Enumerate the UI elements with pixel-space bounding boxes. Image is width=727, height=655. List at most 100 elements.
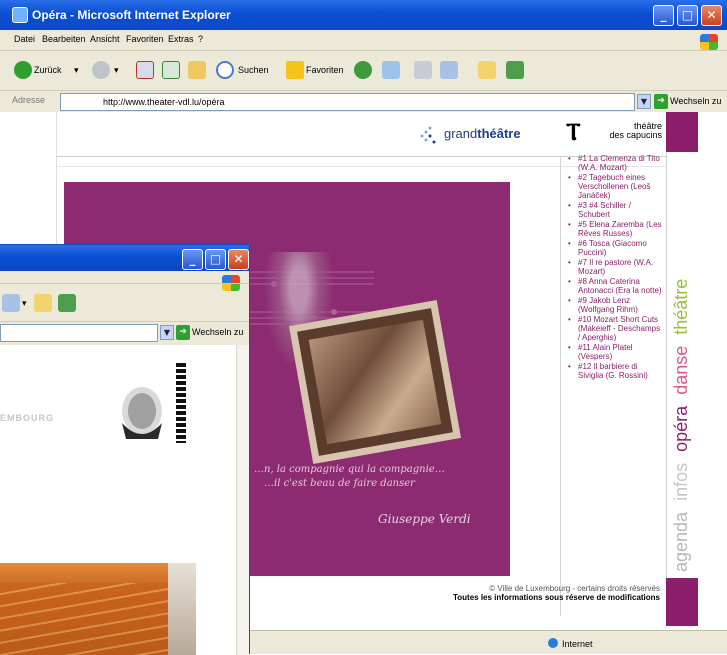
address-label: Adresse	[12, 95, 46, 105]
favorites-button[interactable]: Favoriten	[306, 59, 344, 81]
nav-infos[interactable]: infos	[671, 463, 691, 501]
back-button[interactable]: Zurück	[34, 59, 62, 81]
production-link[interactable]: #6 Tosca (Giacomo Puccini)	[566, 239, 662, 257]
front-folder-icon[interactable]	[34, 294, 52, 312]
toolbar: Zurück ▾ ▾ Suchen Favoriten	[0, 50, 727, 90]
grandtheatre-logo-light: grand	[444, 126, 478, 141]
stop-icon[interactable]	[136, 61, 154, 79]
menu-bearbeiten[interactable]: Bearbeiten	[42, 34, 86, 44]
page-footer: © Ville de Luxembourg - certains droits …	[396, 584, 660, 602]
forward-dropdown[interactable]: ▾	[114, 59, 119, 81]
front-maximize-button[interactable]: □	[205, 249, 226, 270]
go-button[interactable]: Wechseln zu	[670, 96, 721, 106]
production-link[interactable]: #9 Jakob Lenz (Wolfgang Rihm)	[566, 296, 662, 314]
windows-flag-icon	[700, 34, 718, 50]
production-link[interactable]: #3 #4 Schiller / Schubert	[566, 201, 662, 219]
mask-logo	[122, 387, 162, 439]
front-edit-dropdown[interactable]: ▾	[22, 292, 27, 314]
refresh-icon[interactable]	[162, 61, 180, 79]
front-minimize-button[interactable]: _	[182, 249, 203, 270]
go-arrow-icon[interactable]: ➔	[654, 94, 668, 109]
front-toolbar: ▾	[0, 283, 249, 319]
front-go-button[interactable]: Wechseln zu	[192, 327, 243, 337]
production-link[interactable]: #8 Anna Caterina Antonacci (Era la notte…	[566, 277, 662, 295]
front-title-bar[interactable]: _ □ ✕	[0, 245, 249, 271]
keyboard-graphic	[176, 363, 186, 443]
address-dropdown-icon[interactable]: ▼	[637, 94, 651, 109]
menu-ansicht[interactable]: Ansicht	[90, 34, 120, 44]
folder-icon[interactable]	[478, 61, 496, 79]
back-arrow-icon[interactable]	[14, 61, 32, 79]
address-bar: Adresse http://www.theater-vdl.lu/opéra …	[0, 90, 727, 112]
home-icon[interactable]	[188, 61, 206, 79]
nav-agenda[interactable]: agenda	[671, 512, 691, 572]
capucins-logo-bottom: des capucins	[609, 130, 662, 140]
close-button[interactable]: ✕	[701, 5, 722, 26]
menu-favoriten[interactable]: Favoriten	[126, 34, 164, 44]
search-button[interactable]: Suchen	[238, 59, 269, 81]
side-nav-vertical: agenda infos opéra danse théâtre	[671, 273, 692, 572]
status-zone: Internet	[548, 638, 593, 649]
mail-icon[interactable]	[382, 61, 400, 79]
menu-bar: Datei Bearbeiten Ansicht Favoriten Extra…	[0, 30, 727, 50]
forward-arrow-icon[interactable]	[92, 61, 110, 79]
side-nav: agenda infos opéra danse théâtre	[666, 152, 698, 578]
minimize-button[interactable]: _	[653, 5, 674, 26]
footer-accent-block	[666, 578, 698, 626]
front-scrollbar[interactable]	[236, 345, 249, 655]
footer-copyright: © Ville de Luxembourg - certains droits …	[489, 584, 660, 593]
grandtheatre-logo-bold: théâtre	[477, 126, 521, 141]
footer-disclaimer: Toutes les informations sous réserve de …	[452, 593, 660, 602]
production-link[interactable]: #5 Elena Zaremba (Les Rêves Russes)	[566, 220, 662, 238]
menu-help[interactable]: ?	[198, 34, 203, 44]
hero-quote-line1: …n, la compagnie qui la compagnie…	[254, 464, 445, 475]
content-divider	[560, 156, 561, 616]
search-icon[interactable]	[216, 61, 234, 79]
menu-extras[interactable]: Extras	[168, 34, 194, 44]
back-dropdown[interactable]: ▾	[74, 59, 79, 81]
capucins-mark-icon: Ⲧ	[566, 117, 581, 146]
menu-datei[interactable]: Datei	[14, 34, 35, 44]
nav-danse[interactable]: danse	[671, 346, 691, 395]
front-web-page: EMBOURG	[0, 345, 249, 655]
messenger-icon[interactable]	[506, 61, 524, 79]
browser-window-front: _ □ ✕ ▾ ▼ ➔ Wechseln zu EMBOURG	[0, 244, 250, 655]
address-input[interactable]: http://www.theater-vdl.lu/opéra	[60, 93, 635, 111]
nav-theatre[interactable]: théâtre	[671, 279, 691, 335]
status-zone-label: Internet	[562, 639, 593, 649]
history-icon[interactable]	[354, 61, 372, 79]
front-address-input[interactable]	[0, 324, 158, 342]
maximize-button[interactable]: □	[677, 5, 698, 26]
ie-icon	[12, 7, 28, 23]
production-link[interactable]: #12 Il barbiere di Siviglia (G. Rossini)	[566, 362, 662, 380]
front-page-heading: EMBOURG	[0, 413, 54, 423]
title-bar[interactable]: Opéra - Microsoft Internet Explorer _ □ …	[0, 0, 727, 30]
nav-opera[interactable]: opéra	[671, 406, 691, 452]
front-edit-icon[interactable]	[2, 294, 20, 312]
front-close-button[interactable]: ✕	[228, 249, 249, 270]
stage-photo	[288, 300, 462, 464]
production-link[interactable]: #7 Il re pastore (W.A. Mozart)	[566, 258, 662, 276]
hero-quote-line2: …il c'est beau de faire danser	[264, 478, 415, 489]
capucins-logo[interactable]: Ⲧ théâtre des capucins	[566, 120, 662, 152]
grandtheatre-logo[interactable]: grandthéâtre	[444, 126, 521, 141]
front-address-bar: ▼ ➔ Wechseln zu	[0, 321, 249, 343]
window-title: Opéra - Microsoft Internet Explorer	[32, 8, 231, 22]
favorites-star-icon[interactable]	[286, 61, 304, 79]
front-go-arrow-icon[interactable]: ➔	[176, 325, 190, 340]
header-accent-block	[666, 112, 698, 152]
capucins-logo-text: théâtre des capucins	[609, 122, 662, 140]
production-link[interactable]: #11 Alain Platel (Vespers)	[566, 343, 662, 361]
production-link[interactable]: #2 Tagebuch eines Verschollenen (Leoš Ja…	[566, 173, 662, 200]
edit-icon[interactable]	[440, 61, 458, 79]
print-icon[interactable]	[414, 61, 432, 79]
front-messenger-icon[interactable]	[58, 294, 76, 312]
productions-list: #1 La Clemenza di Tito (W.A. Mozart) #2 …	[566, 154, 662, 381]
production-link[interactable]: #1 La Clemenza di Tito (W.A. Mozart)	[566, 154, 662, 172]
globe-icon	[548, 638, 558, 648]
front-address-dropdown-icon[interactable]: ▼	[160, 325, 174, 340]
grandtheatre-dots-icon	[420, 126, 436, 144]
concert-hall-photo	[0, 563, 196, 655]
hero-signature: Giuseppe Verdi	[378, 512, 471, 526]
production-link[interactable]: #10 Mozart Short Cuts (Makeieff - Descha…	[566, 315, 662, 342]
